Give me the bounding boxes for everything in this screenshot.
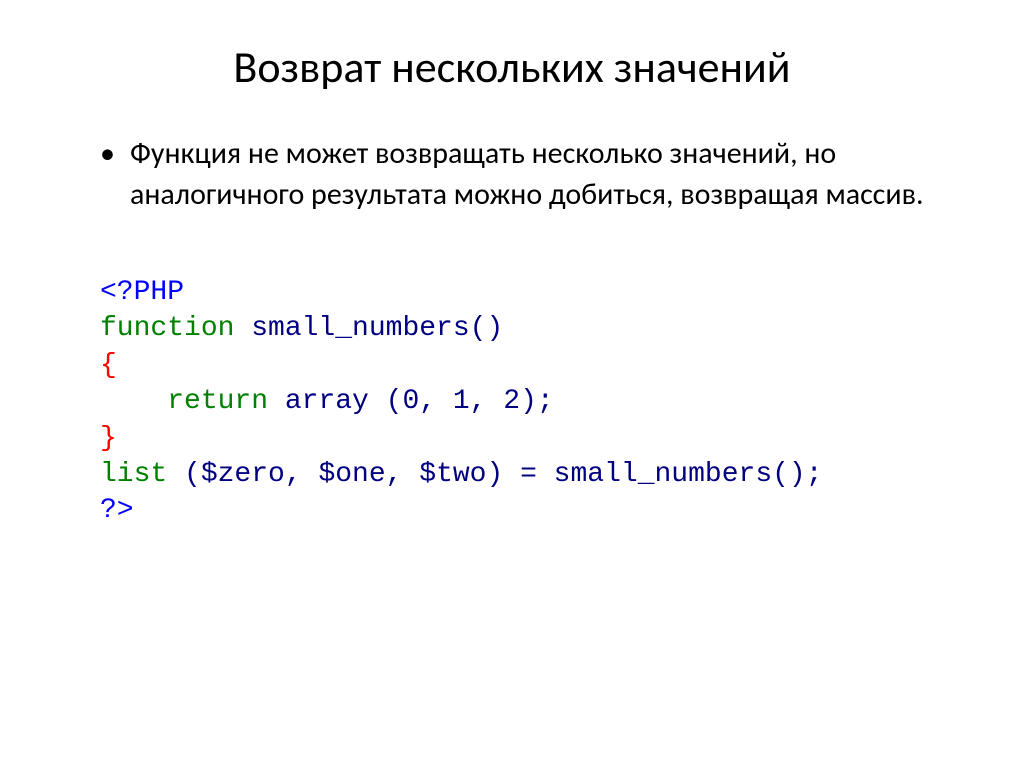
code-keyword-list: list — [100, 459, 167, 490]
code-return-expr: array (0, 1, 2); — [268, 386, 554, 417]
code-brace-close: } — [100, 423, 117, 454]
code-php-open: <?PHP — [100, 277, 184, 308]
code-php-close: ?> — [100, 495, 134, 526]
slide-title: Возврат нескольких значений — [60, 40, 964, 94]
code-list-expr: ($zero, $one, $two) = small_numbers(); — [167, 459, 822, 490]
code-keyword-return: return — [167, 386, 268, 417]
bullet-item: Функция не может возвращать несколько зн… — [100, 134, 964, 215]
code-keyword-function: function — [100, 313, 234, 344]
bullet-list: Функция не может возвращать несколько зн… — [60, 134, 964, 215]
code-function-name: small_numbers() — [234, 313, 503, 344]
code-block: <?PHP function small_numbers() { return … — [60, 275, 964, 530]
code-indent — [100, 386, 167, 417]
code-brace-open: { — [100, 350, 117, 381]
